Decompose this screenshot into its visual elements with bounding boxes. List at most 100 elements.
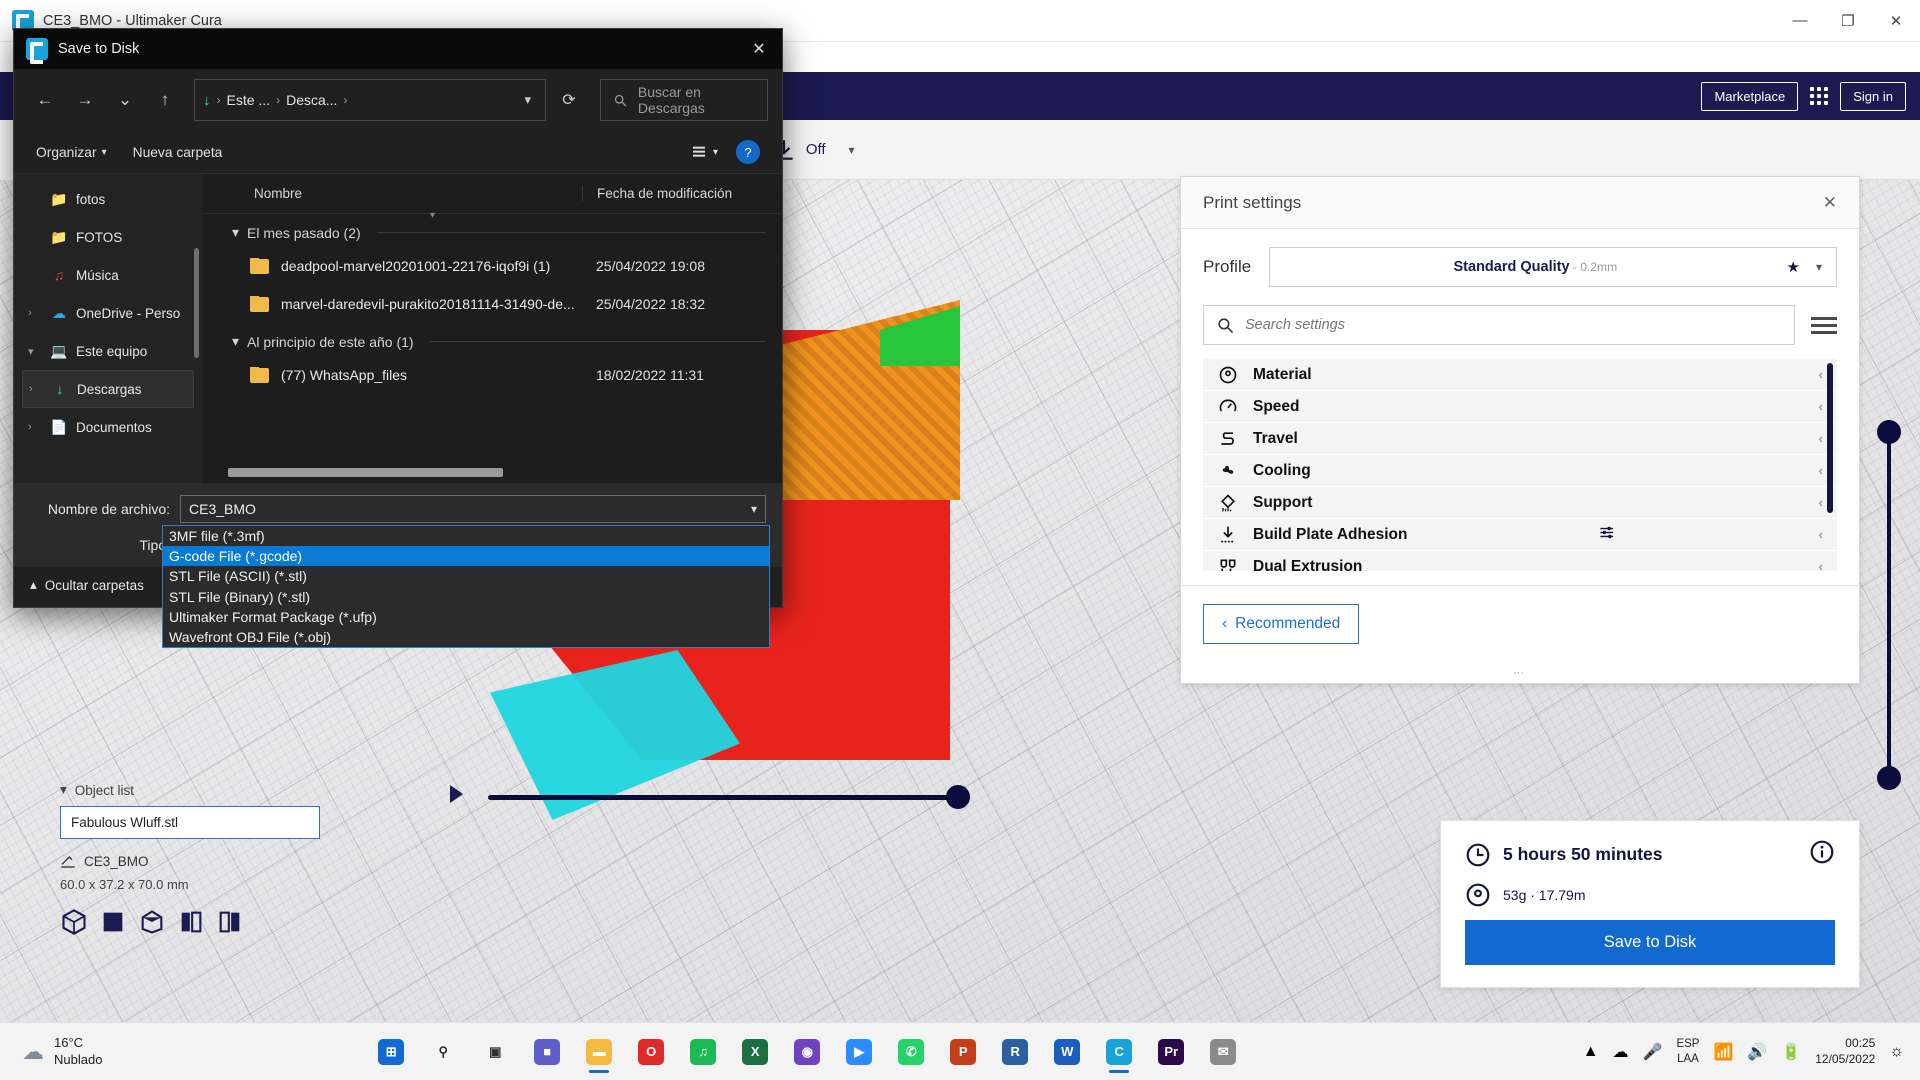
view-right-icon[interactable] <box>216 908 244 936</box>
hide-folders-toggle[interactable]: ▴ Ocultar carpetas <box>30 577 144 593</box>
filetype-option-gcode[interactable]: G-code File (*.gcode) <box>163 546 769 567</box>
view-left-icon[interactable] <box>177 908 205 936</box>
column-header-name[interactable]: Nombre <box>202 186 582 201</box>
taskbar-app-premiere[interactable]: Pr <box>1148 1029 1194 1075</box>
filetype-option-stl-ascii[interactable]: STL File (ASCII) (*.stl) <box>163 566 769 586</box>
taskbar-app-whatsapp[interactable]: ✆ <box>888 1029 934 1075</box>
breadcrumb-item-1[interactable]: Desca... <box>286 92 337 108</box>
notifications-icon[interactable]: ☼ <box>1889 1043 1904 1061</box>
taskbar-app-task-view[interactable]: ▣ <box>472 1029 518 1075</box>
filetype-option-obj[interactable]: Wavefront OBJ File (*.obj) <box>163 627 769 647</box>
category-dual-extrusion[interactable]: Dual Extrusion ‹ <box>1203 551 1837 571</box>
search-settings-input[interactable] <box>1245 317 1782 333</box>
expander-icon[interactable]: › <box>28 421 42 433</box>
volume-icon[interactable]: 🔊 <box>1747 1042 1767 1062</box>
resize-grip[interactable]: ⋯ <box>1181 666 1859 683</box>
taskbar-app-opera[interactable]: O <box>628 1029 674 1075</box>
table-row[interactable]: marvel-daredevil-purakito20181114-31490-… <box>202 285 782 323</box>
breadcrumb-item-0[interactable]: Este ... <box>227 92 271 108</box>
settings-category-list[interactable]: Material ‹ Speed ‹ Travel ‹ Cooling ‹ Su… <box>1203 359 1837 571</box>
star-icon[interactable]: ★ <box>1787 258 1800 276</box>
breadcrumb[interactable]: ↓ › Este ... › Desca... › ▾ <box>194 79 546 121</box>
tray-expand-icon[interactable]: ▲ <box>1583 1043 1599 1061</box>
profile-dropdown[interactable]: Standard Quality - 0.2mm ★ ▾ <box>1269 247 1837 287</box>
sidebar-item-descargas[interactable]: › ↓ Descargas <box>22 370 194 408</box>
column-header-date[interactable]: Fecha de modificación <box>582 186 782 201</box>
forward-button[interactable]: → <box>68 83 102 117</box>
weather-widget[interactable]: ☁ 16°C Nublado <box>0 1035 200 1068</box>
filetype-option-ufp[interactable]: Ultimaker Format Package (*.ufp) <box>163 607 769 627</box>
expander-icon[interactable]: › <box>28 307 42 319</box>
category-settings-icon[interactable] <box>1598 523 1617 547</box>
taskbar-clock[interactable]: 00:25 12/05/2022 <box>1815 1036 1875 1067</box>
horizontal-scrollbar[interactable] <box>228 467 503 477</box>
category-material[interactable]: Material ‹ <box>1203 359 1837 390</box>
table-row[interactable]: (77) WhatsApp_files 18/02/2022 11:31 <box>202 356 782 394</box>
battery-icon[interactable]: 🔋 <box>1781 1042 1801 1062</box>
taskbar-app-cura[interactable]: C <box>1096 1029 1142 1075</box>
apps-grid-icon[interactable] <box>1810 87 1829 105</box>
filetype-option-stl-binary[interactable]: STL File (Binary) (*.stl) <box>163 587 769 607</box>
sidebar-item-documentos[interactable]: › 📄 Documentos <box>14 408 202 446</box>
view-front-icon[interactable] <box>99 908 127 936</box>
marketplace-button[interactable]: Marketplace <box>1701 81 1799 111</box>
model-row[interactable]: CE3_BMO <box>60 853 320 869</box>
taskbar-app-mail[interactable]: ✉ <box>1200 1029 1246 1075</box>
breadcrumb-dropdown-icon[interactable]: ▾ <box>524 92 537 108</box>
minimize-button[interactable]: — <box>1776 0 1824 42</box>
info-icon[interactable] <box>1809 839 1835 870</box>
play-icon[interactable] <box>450 785 463 803</box>
layer-slider-handle-bottom[interactable] <box>1877 766 1901 790</box>
layer-slider[interactable]: 251 <box>1810 406 1906 790</box>
file-group-header[interactable]: ▾ El mes pasado (2) <box>202 214 782 247</box>
help-button[interactable]: ? <box>736 140 760 164</box>
filename-input[interactable]: CE3_BMO ▾ <box>180 495 766 523</box>
horizontal-scrollbar-area[interactable] <box>202 461 782 483</box>
taskbar-app-teams[interactable]: ■ <box>524 1029 570 1075</box>
save-to-disk-button[interactable]: Save to Disk <box>1465 920 1835 965</box>
close-icon[interactable]: ✕ <box>1823 193 1837 213</box>
layer-scrubber-handle[interactable] <box>946 785 970 809</box>
sidebar-item-este-equipo[interactable]: ▾ 💻 Este equipo <box>14 332 202 370</box>
taskbar-app-search[interactable]: ⚲ <box>420 1029 466 1075</box>
taskbar-app-zoom[interactable]: ▶ <box>836 1029 882 1075</box>
file-group-header[interactable]: ▾ Al principio de este año (1) <box>202 323 782 356</box>
taskbar-app-start[interactable]: ⊞ <box>368 1029 414 1075</box>
sidebar-item-fotos[interactable]: 📁 fotos <box>14 180 202 218</box>
view-options-button[interactable]: ▾ <box>690 144 718 160</box>
taskbar-app-revit[interactable]: R <box>992 1029 1038 1075</box>
recent-locations-button[interactable]: ⌄ <box>108 83 142 117</box>
up-button[interactable]: ↑ <box>148 83 182 117</box>
sign-in-button[interactable]: Sign in <box>1840 81 1906 111</box>
taskbar-app-spotify[interactable]: ♫ <box>680 1029 726 1075</box>
taskbar-app-excel[interactable]: X <box>732 1029 778 1075</box>
sidebar-item-FOTOS[interactable]: 📁 FOTOS <box>14 218 202 256</box>
dialog-file-list[interactable]: Nombre Fecha de modificación ▾ ▾ El mes … <box>202 174 782 483</box>
category-travel[interactable]: Travel ‹ <box>1203 423 1837 454</box>
search-settings-box[interactable] <box>1203 305 1795 345</box>
new-folder-button[interactable]: Nueva carpeta <box>133 145 223 160</box>
wifi-icon[interactable]: 📶 <box>1713 1042 1733 1062</box>
filetype-options-popup[interactable]: 3MF file (*.3mf) G-code File (*.gcode) S… <box>162 525 770 649</box>
layer-slider-handle-top[interactable]: 251 <box>1810 406 1901 444</box>
layer-scrubber-track[interactable] <box>488 795 958 800</box>
table-row[interactable]: deadpool-marvel20201001-22176-iqof9i (1)… <box>202 247 782 285</box>
taskbar-app-store[interactable]: ◉ <box>784 1029 830 1075</box>
category-speed[interactable]: Speed ‹ <box>1203 391 1837 422</box>
view-top-icon[interactable] <box>138 908 166 936</box>
category-build-plate-adhesion[interactable]: Build Plate Adhesion ‹ <box>1203 519 1837 550</box>
onedrive-tray-icon[interactable]: ☁ <box>1613 1042 1629 1062</box>
expander-icon[interactable]: ▾ <box>28 345 42 358</box>
taskbar-app-file-explorer[interactable]: ▬ <box>576 1029 622 1075</box>
settings-scrollbar[interactable] <box>1827 363 1833 513</box>
taskbar-app-powerpoint[interactable]: P <box>940 1029 986 1075</box>
close-button[interactable]: ✕ <box>1872 0 1920 42</box>
sidebar-scrollbar[interactable] <box>194 248 199 358</box>
organize-button[interactable]: Organizar ▾ <box>36 145 107 160</box>
microphone-icon[interactable]: 🎤 <box>1643 1042 1663 1062</box>
dialog-close-button[interactable]: ✕ <box>736 29 782 69</box>
sidebar-item-onedrive[interactable]: › ☁ OneDrive - Perso <box>14 294 202 332</box>
recommended-button[interactable]: ‹ Recommended <box>1203 604 1360 644</box>
category-support[interactable]: Support ‹ <box>1203 487 1837 518</box>
chevron-down-icon[interactable]: ▾ <box>751 502 757 516</box>
